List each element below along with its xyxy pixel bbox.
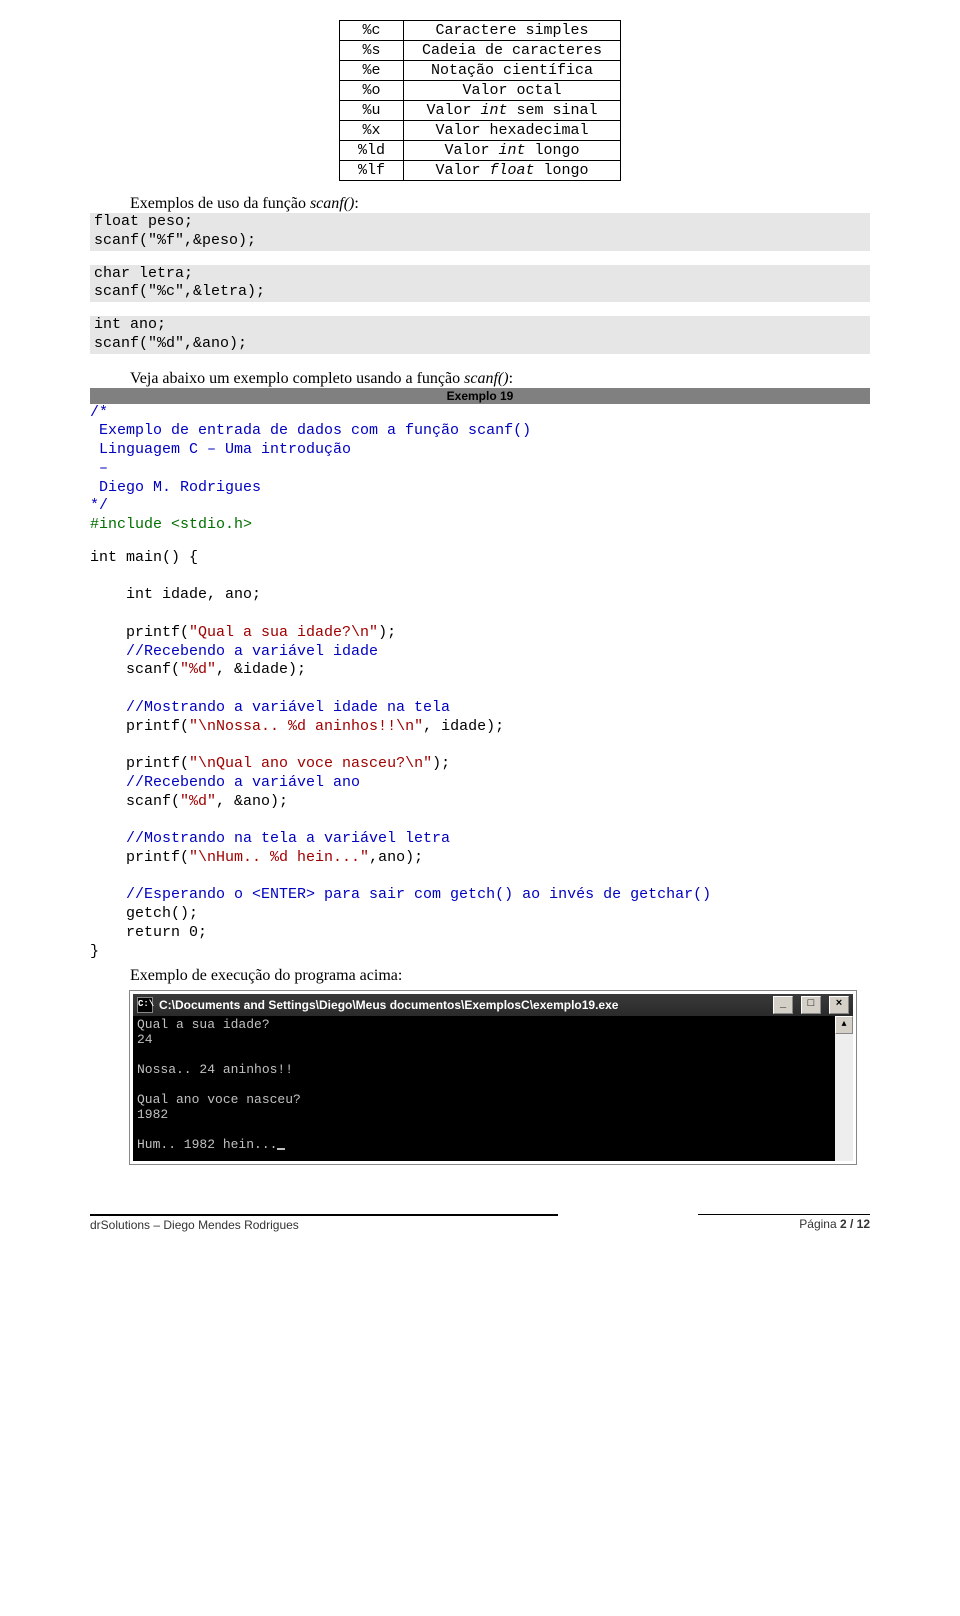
fmt-spec: %lf xyxy=(339,161,403,181)
fmt-spec: %u xyxy=(339,101,403,121)
table-row: %xValor hexadecimal xyxy=(339,121,620,141)
fmt-spec: %s xyxy=(339,41,403,61)
fmt-spec: %o xyxy=(339,81,403,101)
intro-scanf-examples: Exemplos de uso da função scanf(): xyxy=(130,195,870,213)
terminal-window: C:\ C:\Documents and Settings\Diego\Meus… xyxy=(130,991,856,1163)
fmt-spec: %x xyxy=(339,121,403,141)
include-directive: #include <stdio.h> xyxy=(90,516,870,535)
scroll-up-icon[interactable]: ▴ xyxy=(835,1016,853,1034)
source-body: int main() { int idade, ano; printf("Qua… xyxy=(90,549,870,962)
terminal-title-text: C:\Documents and Settings\Diego\Meus doc… xyxy=(159,998,618,1012)
terminal-output: Qual a sua idade? 24 Nossa.. 24 aninhos!… xyxy=(133,1016,835,1160)
fmt-desc: Valor hexadecimal xyxy=(403,121,620,141)
table-row: %eNotação científica xyxy=(339,61,620,81)
fmt-spec: %c xyxy=(339,21,403,41)
minimize-button[interactable]: _ xyxy=(773,996,793,1014)
fmt-spec: %e xyxy=(339,61,403,81)
table-row: %oValor octal xyxy=(339,81,620,101)
table-row: %sCadeia de caracteres xyxy=(339,41,620,61)
cursor-icon xyxy=(277,1148,285,1150)
code-snippet-1: float peso; scanf("%f",&peso); xyxy=(90,213,870,251)
maximize-button[interactable]: □ xyxy=(801,996,821,1014)
table-row: %lfValor float longo xyxy=(339,161,620,181)
fmt-desc: Valor int longo xyxy=(403,141,620,161)
terminal-titlebar: C:\ C:\Documents and Settings\Diego\Meus… xyxy=(133,994,853,1016)
fmt-desc: Cadeia de caracteres xyxy=(403,41,620,61)
example-number-bar: Exemplo 19 xyxy=(90,388,870,404)
terminal-scrollbar[interactable]: ▴ xyxy=(835,1016,853,1160)
source-comment-header: /* Exemplo de entrada de dados com a fun… xyxy=(90,404,870,517)
fmt-desc: Valor int sem sinal xyxy=(403,101,620,121)
intro-full-example: Veja abaixo um exemplo completo usando a… xyxy=(130,370,870,388)
cmd-icon: C:\ xyxy=(137,997,153,1013)
fmt-desc: Notação científica xyxy=(403,61,620,81)
page-footer: drSolutions – Diego Mendes Rodrigues Pág… xyxy=(90,1214,870,1232)
code-snippet-2: char letra; scanf("%c",&letra); xyxy=(90,265,870,303)
table-row: %ldValor int longo xyxy=(339,141,620,161)
code-snippet-3: int ano; scanf("%d",&ano); xyxy=(90,316,870,354)
fmt-desc: Valor float longo xyxy=(403,161,620,181)
footer-page-number: Página 2 / 12 xyxy=(698,1214,870,1232)
close-button[interactable]: × xyxy=(829,996,849,1014)
fmt-desc: Caractere simples xyxy=(403,21,620,41)
fmt-desc: Valor octal xyxy=(403,81,620,101)
table-row: %cCaractere simples xyxy=(339,21,620,41)
format-specifiers-table: %cCaractere simples%sCadeia de caractere… xyxy=(339,20,621,181)
execution-caption: Exemplo de execução do programa acima: xyxy=(130,967,870,985)
fmt-spec: %ld xyxy=(339,141,403,161)
footer-author: drSolutions – Diego Mendes Rodrigues xyxy=(90,1214,558,1232)
table-row: %uValor int sem sinal xyxy=(339,101,620,121)
